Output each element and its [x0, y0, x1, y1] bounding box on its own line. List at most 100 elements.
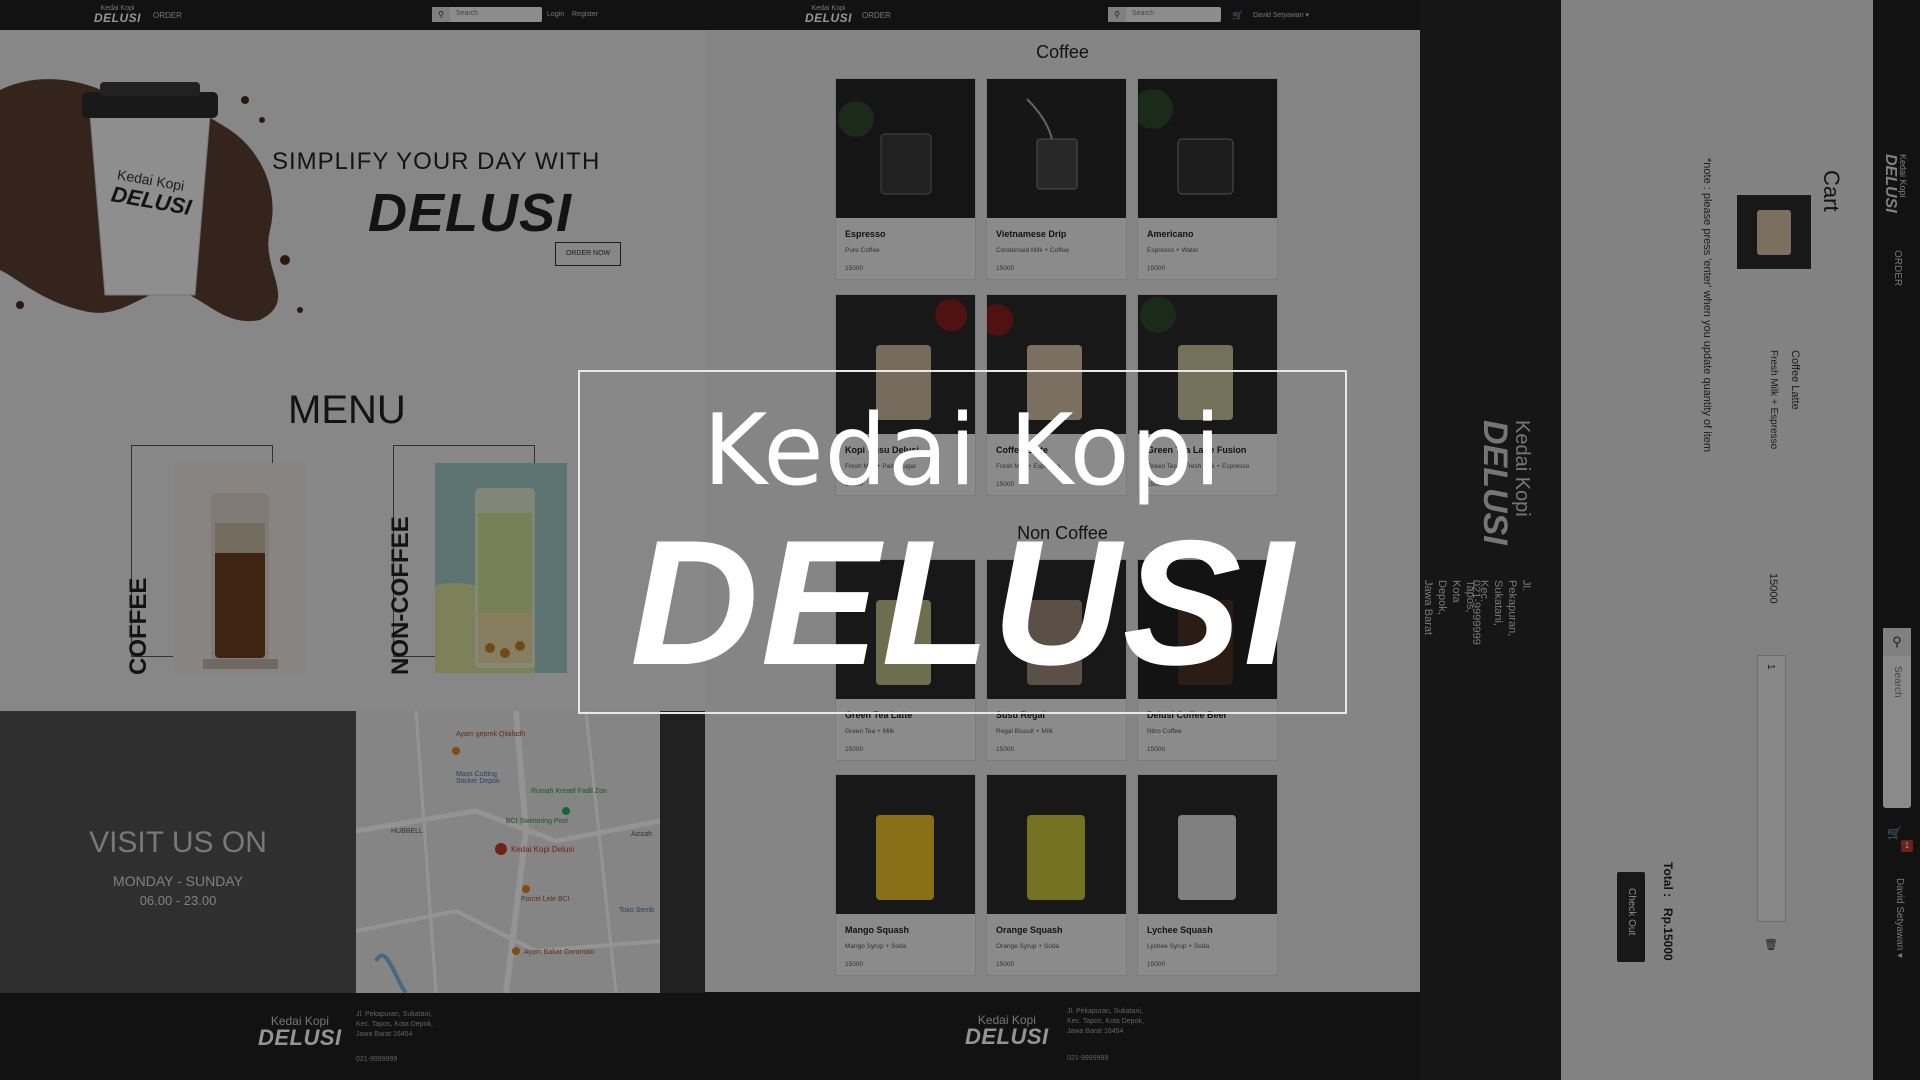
footer: Kedai Kopi DELUSI Jl. Pekapuran, Sukatan…	[705, 992, 1420, 1080]
card-label: COFFEE	[125, 550, 173, 675]
hero-brand: DELUSI	[368, 183, 573, 243]
brand-logo[interactable]: Kedai Kopi DELUSI	[805, 5, 852, 24]
product-desc: Orange Syrup + Soda	[996, 943, 1060, 950]
checkout-button[interactable]: Check Out	[1617, 872, 1645, 962]
iced-coffee-image	[173, 463, 305, 673]
map-label: Maxs Cutting Sticker Depok	[456, 771, 500, 785]
cart-item-name: Coffee Latte	[1789, 350, 1801, 410]
quantity-input[interactable]: 1	[1757, 655, 1786, 922]
product-name: Lychee Squash	[1147, 925, 1213, 935]
search-icon: ⚲	[432, 7, 450, 22]
checkout-label: Check Out	[1626, 888, 1637, 936]
navbar: Kedai Kopi DELUSI ORDER ⚲ Search 🛒 David…	[705, 0, 1420, 30]
brand-logo[interactable]: Kedai Kopi DELUSI	[1882, 154, 1908, 213]
rotated-brand-big: DELUSI	[1476, 420, 1514, 545]
center-logo-box: Kedai Kopi DELUSI	[578, 370, 1347, 714]
coffee-label: COFFEE	[125, 577, 152, 675]
trash-icon[interactable]: 🗑	[1764, 938, 1778, 951]
nav-order-link[interactable]: ORDER	[153, 11, 182, 20]
map-label-delusi: Kedai Kopi Delusi	[511, 845, 575, 854]
cart-item-desc: Fresh Milk + Espresso	[1768, 350, 1779, 450]
card-label: NON-COFFEE	[387, 516, 435, 675]
user-menu[interactable]: David Setyawan ▾	[1253, 11, 1309, 19]
login-link[interactable]: Login	[547, 11, 564, 18]
product-card[interactable]: Orange Squash Orange Syrup + Soda 15000	[986, 774, 1127, 976]
brand-big: DELUSI	[94, 11, 142, 25]
product-price: 15000	[845, 961, 864, 968]
product-price: 15000	[996, 265, 1015, 272]
total-value: Rp.15000	[1661, 908, 1675, 961]
visit-section: VISIT US ON MONDAY - SUNDAY 06.00 - 23.0…	[0, 711, 356, 993]
product-image	[1138, 775, 1277, 914]
menu-card-non-coffee[interactable]: NON-COFFEE	[387, 445, 568, 675]
map-label: Ayam geprek Qilafadh	[456, 731, 526, 738]
location-map[interactable]: Ayam geprek Qilafadh Maxs Cutting Sticke…	[356, 711, 660, 993]
cart-title: Cart	[1819, 170, 1844, 212]
product-card[interactable]: Vietnamese Drip Condensed Milk + Coffee …	[986, 78, 1127, 280]
product-card[interactable]: Americano Espresso + Water 15000	[1137, 78, 1278, 280]
espresso-image	[836, 79, 975, 218]
search-input[interactable]: ⚲ Search	[1108, 7, 1221, 22]
cart-item-image	[1737, 195, 1811, 269]
visit-hours: 06.00 - 23.00	[139, 893, 217, 908]
product-desc: Lychee Syrup + Soda	[1147, 943, 1210, 950]
search-placeholder: Search	[1132, 10, 1155, 17]
product-card[interactable]: Lychee Squash Lychee Syrup + Soda 15000	[1137, 774, 1278, 976]
search-input[interactable]: ⚲ Search	[432, 7, 542, 22]
product-price: 15000	[996, 961, 1015, 968]
product-image	[1138, 79, 1277, 218]
map-side-strip	[660, 711, 705, 993]
menu-card-coffee[interactable]: COFFEE	[125, 445, 306, 675]
map-graphic	[356, 711, 660, 993]
cart-icon[interactable]: 🛒	[1232, 10, 1243, 21]
total-label: Total :	[1661, 862, 1675, 898]
map-label: Ayam Bakar Gorontalo	[524, 949, 595, 956]
product-name: Vietnamese Drip	[996, 229, 1067, 239]
product-name: Mango Squash	[845, 925, 910, 935]
product-desc: Green Tea + Milk	[845, 728, 895, 735]
product-desc: Espresso + Water	[1147, 247, 1199, 254]
vietnamese-drip-image	[987, 79, 1126, 218]
product-price: 15000	[845, 746, 864, 753]
map-label: BCI Swimming Pool	[506, 818, 568, 825]
search-input[interactable]: ⚲ Search	[1883, 628, 1911, 808]
footer-phone: 021-9999999	[356, 1056, 398, 1063]
visit-title: VISIT US ON	[89, 826, 267, 859]
product-card[interactable]: Espresso Pure Coffee 15000	[835, 78, 976, 280]
cart-icon[interactable]: 🛒	[1887, 826, 1902, 840]
brand-big: DELUSI	[1882, 154, 1899, 213]
product-desc: Mango Syrup + Soda	[845, 943, 907, 950]
footer-brand: Kedai Kopi DELUSI	[258, 1015, 342, 1049]
brand-small: Kedai Kopi	[1898, 154, 1908, 198]
rotated-brand: Kedai Kopi DELUSI	[1476, 420, 1533, 545]
nav-order-link[interactable]: ORDER	[1892, 250, 1903, 286]
product-price: 15000	[1147, 265, 1166, 272]
rotated-phone: 021-9999999	[1470, 580, 1482, 645]
search-placeholder: Search	[456, 10, 479, 17]
footer-brand-big: DELUSI	[258, 1025, 342, 1050]
navbar: Kedai Kopi DELUSI ORDER ⚲ Search Login R…	[0, 0, 705, 30]
nav-order-link[interactable]: ORDER	[862, 11, 891, 20]
product-desc: Condensed Milk + Coffee	[996, 247, 1070, 254]
matcha-drink-image	[435, 463, 567, 673]
map-label: Parcel Lele BCI	[521, 896, 570, 903]
map-label: Rumah Kreatif Fadli Zon	[531, 788, 607, 795]
cart-page: Cart *note : please press 'enter' when y…	[1561, 0, 1873, 1080]
product-card[interactable]: Mango Squash Mango Syrup + Soda 15000	[835, 774, 976, 976]
order-now-button[interactable]: ORDER NOW	[555, 242, 621, 266]
brand-logo[interactable]: Kedai Kopi DELUSI	[94, 5, 141, 24]
section-title-coffee: Coffee	[1036, 42, 1089, 62]
product-image	[836, 79, 975, 218]
register-link[interactable]: Register	[572, 11, 598, 18]
coffee-latte-thumb	[1757, 210, 1791, 255]
product-price: 15000	[1147, 961, 1166, 968]
search-icon: ⚲	[1883, 628, 1911, 656]
quantity-value: 1	[1765, 664, 1776, 670]
footer-brand: Kedai Kopi DELUSI	[965, 1014, 1049, 1048]
footer-phone: 021-9999999	[1067, 1055, 1109, 1062]
logo-delusi: DELUSI	[630, 503, 1295, 702]
footer-brand-big: DELUSI	[965, 1024, 1049, 1049]
map-label: HUBBELL	[391, 828, 423, 835]
cart-count-badge: 1	[1901, 840, 1913, 852]
user-menu[interactable]: David Setyawan ▾	[1894, 878, 1905, 958]
